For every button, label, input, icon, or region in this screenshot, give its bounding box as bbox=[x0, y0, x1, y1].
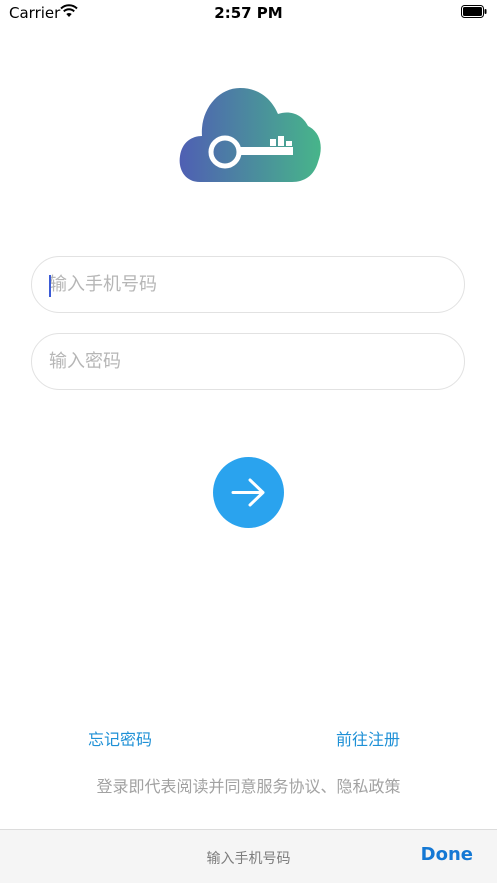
status-bar: Carrier 2:57 PM bbox=[0, 0, 497, 26]
cloud-key-icon bbox=[179, 88, 321, 182]
password-field[interactable] bbox=[31, 333, 465, 390]
battery-icon bbox=[461, 5, 487, 18]
text-caret bbox=[49, 275, 51, 297]
phone-input[interactable] bbox=[49, 257, 444, 312]
done-button[interactable]: Done bbox=[421, 844, 473, 865]
phone-field[interactable] bbox=[31, 256, 465, 313]
register-link[interactable]: 前往注册 bbox=[336, 726, 400, 750]
forgot-password-link[interactable]: 忘记密码 bbox=[88, 726, 152, 750]
password-input[interactable] bbox=[49, 334, 444, 389]
arrow-right-icon bbox=[231, 478, 265, 507]
login-submit-button[interactable] bbox=[213, 457, 284, 528]
status-time: 2:57 PM bbox=[214, 4, 283, 22]
keyboard-accessory-bar: 输入手机号码 Done bbox=[0, 829, 497, 883]
agreement-text: 登录即代表阅读并同意服务协议、隐私政策 bbox=[96, 777, 401, 796]
